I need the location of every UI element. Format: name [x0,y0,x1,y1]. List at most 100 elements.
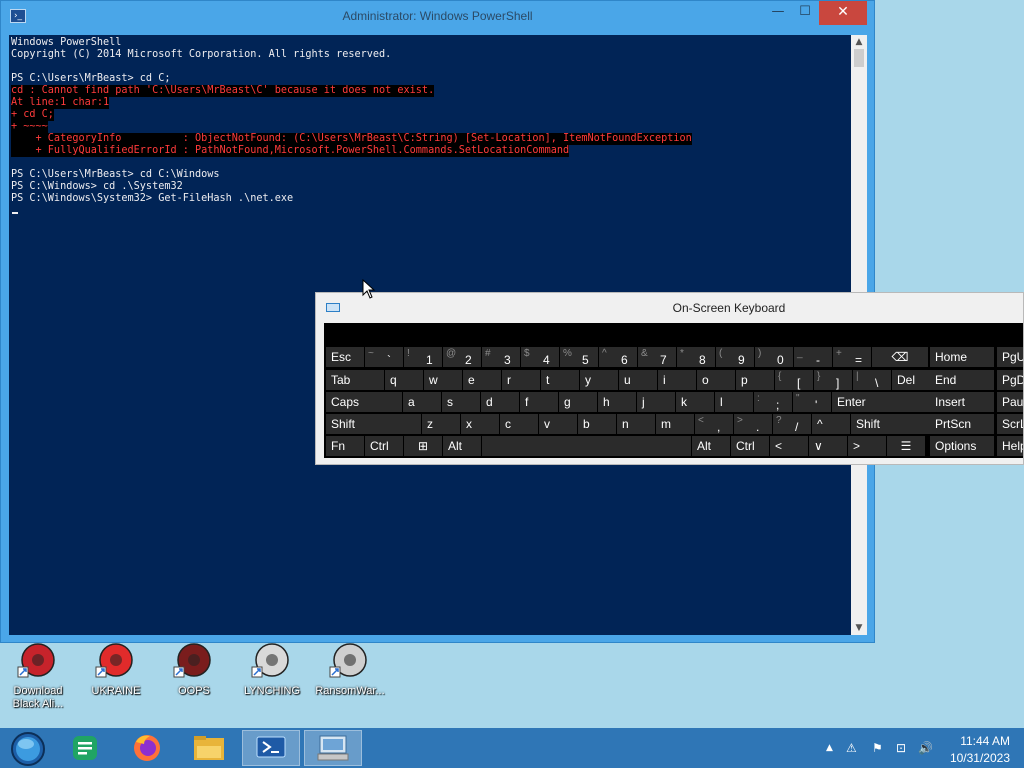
show-hidden-icons-icon[interactable]: ▲ [826,741,833,755]
key[interactable]: e [463,370,501,390]
key[interactable]: s [442,392,480,412]
desktop-icon[interactable]: Download Black Ali... [0,641,76,711]
nav-key[interactable]: Options [930,436,994,456]
nav-key[interactable]: End [930,370,994,390]
key[interactable]: a [403,392,441,412]
key[interactable]: Fn [326,436,364,456]
desktop-icon[interactable]: UKRAINE [78,641,154,698]
nav-key[interactable]: Help [997,436,1023,456]
key[interactable]: y [580,370,618,390]
key[interactable]: @2 [443,347,481,367]
volume-icon[interactable]: 🔊 [918,741,933,755]
key[interactable]: ! 1 [404,347,442,367]
desktop-icon[interactable]: RansomWar... [312,641,388,698]
close-button[interactable]: ✕ [819,1,867,25]
key[interactable]: (9 [716,347,754,367]
key[interactable] [482,436,691,456]
nav-key[interactable]: PgDn [997,370,1023,390]
key[interactable]: ^ 6 [599,347,637,367]
key[interactable]: i [658,370,696,390]
nav-key[interactable]: PgUp [997,347,1023,367]
key[interactable]: " ' [793,392,831,412]
scroll-down-arrow-icon[interactable]: ▼ [851,621,867,635]
scroll-thumb[interactable] [854,49,864,67]
key[interactable]: Ctrl [731,436,769,456]
key[interactable]: Ctrl [365,436,403,456]
taskbar-powershell[interactable] [242,730,300,766]
nav-key[interactable]: Pause [997,392,1023,412]
key[interactable]: ~ ` [365,347,403,367]
key[interactable]: $4 [521,347,559,367]
key[interactable]: z [422,414,460,434]
key[interactable]: x [461,414,499,434]
key[interactable]: c [500,414,538,434]
key[interactable]: + = [833,347,871,367]
key[interactable]: ∨ [809,436,847,456]
key[interactable]: ☰ [887,436,925,456]
key[interactable]: g [559,392,597,412]
key[interactable]: n [617,414,655,434]
key[interactable]: w [424,370,462,390]
key[interactable]: }] [814,370,852,390]
taskbar-sheets-app[interactable] [58,730,116,766]
taskbar-firefox[interactable] [118,730,176,766]
key[interactable]: > [848,436,886,456]
key[interactable]: Tab [326,370,384,390]
on-screen-keyboard-window[interactable]: On-Screen Keyboard Esc ~ `! 1 @2 #3 $4% 5 ^ 6 & 7 * 8… [315,292,1024,465]
key[interactable]: t [541,370,579,390]
key[interactable]: ? / [773,414,811,434]
key[interactable]: q [385,370,423,390]
key[interactable]: Alt [692,436,730,456]
key[interactable]: Shift [326,414,421,434]
clock-time[interactable]: 11:44 AM [960,734,1010,748]
key[interactable]: f [520,392,558,412]
nav-key[interactable]: PrtScn [930,414,994,434]
start-button[interactable] [2,730,54,766]
key[interactable]: {[ [775,370,813,390]
key[interactable]: r [502,370,540,390]
nav-key[interactable]: ScrLk [997,414,1023,434]
key[interactable]: ⌫ [872,347,928,367]
taskbar-file-explorer[interactable] [180,730,238,766]
key[interactable]: ^ [812,414,850,434]
warning-app-icon[interactable]: ⚠ [846,741,857,755]
key[interactable]: * 8 [677,347,715,367]
key[interactable]: u [619,370,657,390]
key[interactable]: Enter [832,392,938,412]
key[interactable]: | \ [853,370,891,390]
key[interactable]: d [481,392,519,412]
action-center-flag-icon[interactable]: ⚑ [872,741,883,755]
key[interactable]: v [539,414,577,434]
key[interactable]: o [697,370,735,390]
key[interactable]: Esc [326,347,364,367]
key[interactable]: j [637,392,675,412]
maximize-button[interactable]: ☐ [791,1,819,25]
key[interactable]: k [676,392,714,412]
key[interactable]: b [578,414,616,434]
title-bar[interactable]: ›_ Administrator: Windows PowerShell — ☐… [1,1,874,31]
key[interactable]: & 7 [638,347,676,367]
network-icon[interactable]: ⊡ [896,741,906,755]
taskbar-on-screen-keyboard[interactable] [304,730,362,766]
scroll-up-arrow-icon[interactable]: ▲ [851,35,867,49]
key[interactable]: l [715,392,753,412]
key[interactable]: <, [695,414,733,434]
clock-date[interactable]: 10/31/2023 [950,751,1010,765]
key[interactable]: ⊞ [404,436,442,456]
key[interactable]: #3 [482,347,520,367]
key[interactable]: Shift [851,414,938,434]
desktop-icon[interactable]: OOPS [156,641,232,698]
nav-key[interactable]: Home [930,347,994,367]
nav-key[interactable]: Insert [930,392,994,412]
key[interactable]: < [770,436,808,456]
key[interactable]: m [656,414,694,434]
key[interactable]: p [736,370,774,390]
key[interactable]: % 5 [560,347,598,367]
key[interactable]: Caps [326,392,402,412]
minimize-button[interactable]: — [764,1,792,25]
key[interactable]: Alt [443,436,481,456]
key[interactable]: >. [734,414,772,434]
desktop-icon[interactable]: LYNCHING [234,641,310,698]
key[interactable]: ) 0 [755,347,793,367]
key[interactable]: _ - [794,347,832,367]
